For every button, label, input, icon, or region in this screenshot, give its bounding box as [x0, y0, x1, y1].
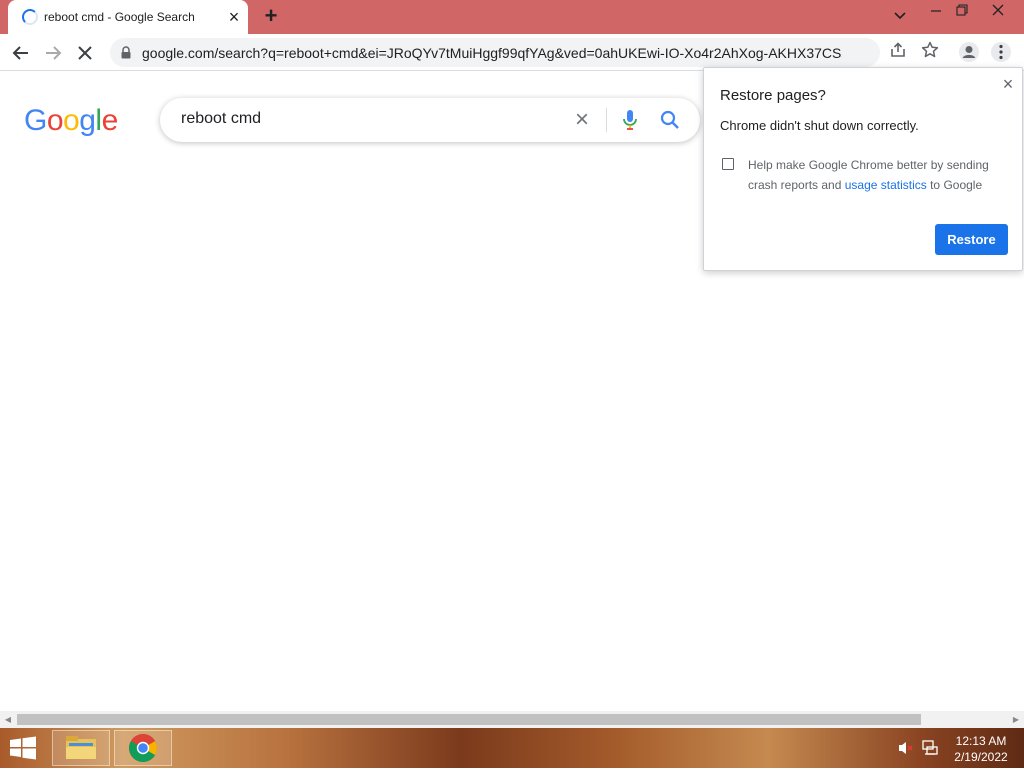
tab-title: reboot cmd - Google Search	[44, 10, 195, 24]
bookmark-star-icon[interactable]	[919, 41, 941, 63]
logo-letter: o	[63, 104, 80, 137]
taskbar-file-explorer[interactable]	[52, 730, 110, 766]
system-clock[interactable]: 12:13 AM 2/19/2022	[946, 733, 1016, 765]
start-windows-icon[interactable]	[8, 736, 38, 760]
close-window-button[interactable]	[982, 0, 1014, 28]
search-divider	[606, 108, 607, 132]
crash-reports-label: Help make Google Chrome better by sendin…	[748, 155, 998, 195]
horizontal-scrollbar[interactable]: ◀ ▶	[0, 711, 1024, 728]
clock-date: 2/19/2022	[954, 750, 1008, 764]
dialog-close-icon[interactable]: ×	[998, 74, 1018, 94]
chrome-icon	[129, 734, 157, 762]
usage-statistics-link[interactable]: usage statistics	[845, 178, 927, 192]
loading-spinner-icon	[22, 9, 38, 25]
share-icon[interactable]	[887, 41, 909, 63]
menu-kebab-icon[interactable]	[990, 41, 1012, 63]
crash-reports-checkbox[interactable]	[722, 158, 734, 170]
tab-strip: reboot cmd - Google Search × +	[0, 0, 1024, 34]
scroll-right-arrow-icon[interactable]: ▶	[1011, 714, 1021, 725]
logo-letter: o	[46, 104, 64, 137]
new-tab-button[interactable]: +	[260, 5, 282, 27]
dialog-message: Chrome didn't shut down correctly.	[720, 118, 919, 133]
file-explorer-icon	[66, 736, 96, 759]
logo-letter: g	[79, 104, 96, 137]
tab-close-icon[interactable]: ×	[224, 7, 244, 27]
search-input[interactable]: reboot cmd	[181, 110, 261, 128]
search-box[interactable]: reboot cmd ×	[160, 98, 700, 142]
tab-search-chevron-icon[interactable]	[884, 0, 916, 28]
google-logo[interactable]: Google	[24, 104, 118, 138]
forward-button[interactable]	[40, 40, 66, 66]
tab-google-search[interactable]: reboot cmd - Google Search ×	[8, 0, 248, 34]
dialog-title: Restore pages?	[720, 87, 826, 104]
scroll-left-arrow-icon[interactable]: ◀	[3, 714, 13, 725]
restore-pages-dialog: Restore pages? × Chrome didn't shut down…	[703, 67, 1023, 271]
taskbar-chrome[interactable]	[114, 730, 172, 766]
voice-search-mic-icon[interactable]	[620, 108, 640, 132]
address-bar[interactable]: google.com/search?q=reboot+cmd&ei=JRoQYv…	[110, 38, 880, 67]
browser-toolbar: google.com/search?q=reboot+cmd&ei=JRoQYv…	[0, 34, 1024, 71]
back-button[interactable]	[8, 40, 34, 66]
search-icon[interactable]	[658, 108, 682, 132]
lock-icon[interactable]	[120, 46, 132, 59]
clock-time: 12:13 AM	[955, 734, 1007, 748]
volume-muted-icon[interactable]	[897, 739, 915, 757]
scrollbar-thumb[interactable]	[17, 714, 921, 725]
windows-taskbar: 12:13 AM 2/19/2022	[0, 728, 1024, 768]
stop-loading-button[interactable]	[72, 40, 98, 66]
profile-avatar-icon[interactable]	[958, 41, 980, 63]
clear-search-icon[interactable]: ×	[570, 106, 594, 134]
restore-window-button[interactable]	[946, 0, 978, 28]
checkbox-text-end: to Google	[926, 178, 983, 192]
url-text[interactable]: google.com/search?q=reboot+cmd&ei=JRoQYv…	[142, 45, 842, 61]
logo-letter: e	[101, 104, 119, 137]
network-icon[interactable]	[921, 739, 939, 757]
logo-letter: G	[24, 104, 47, 137]
restore-button[interactable]: Restore	[935, 224, 1008, 255]
